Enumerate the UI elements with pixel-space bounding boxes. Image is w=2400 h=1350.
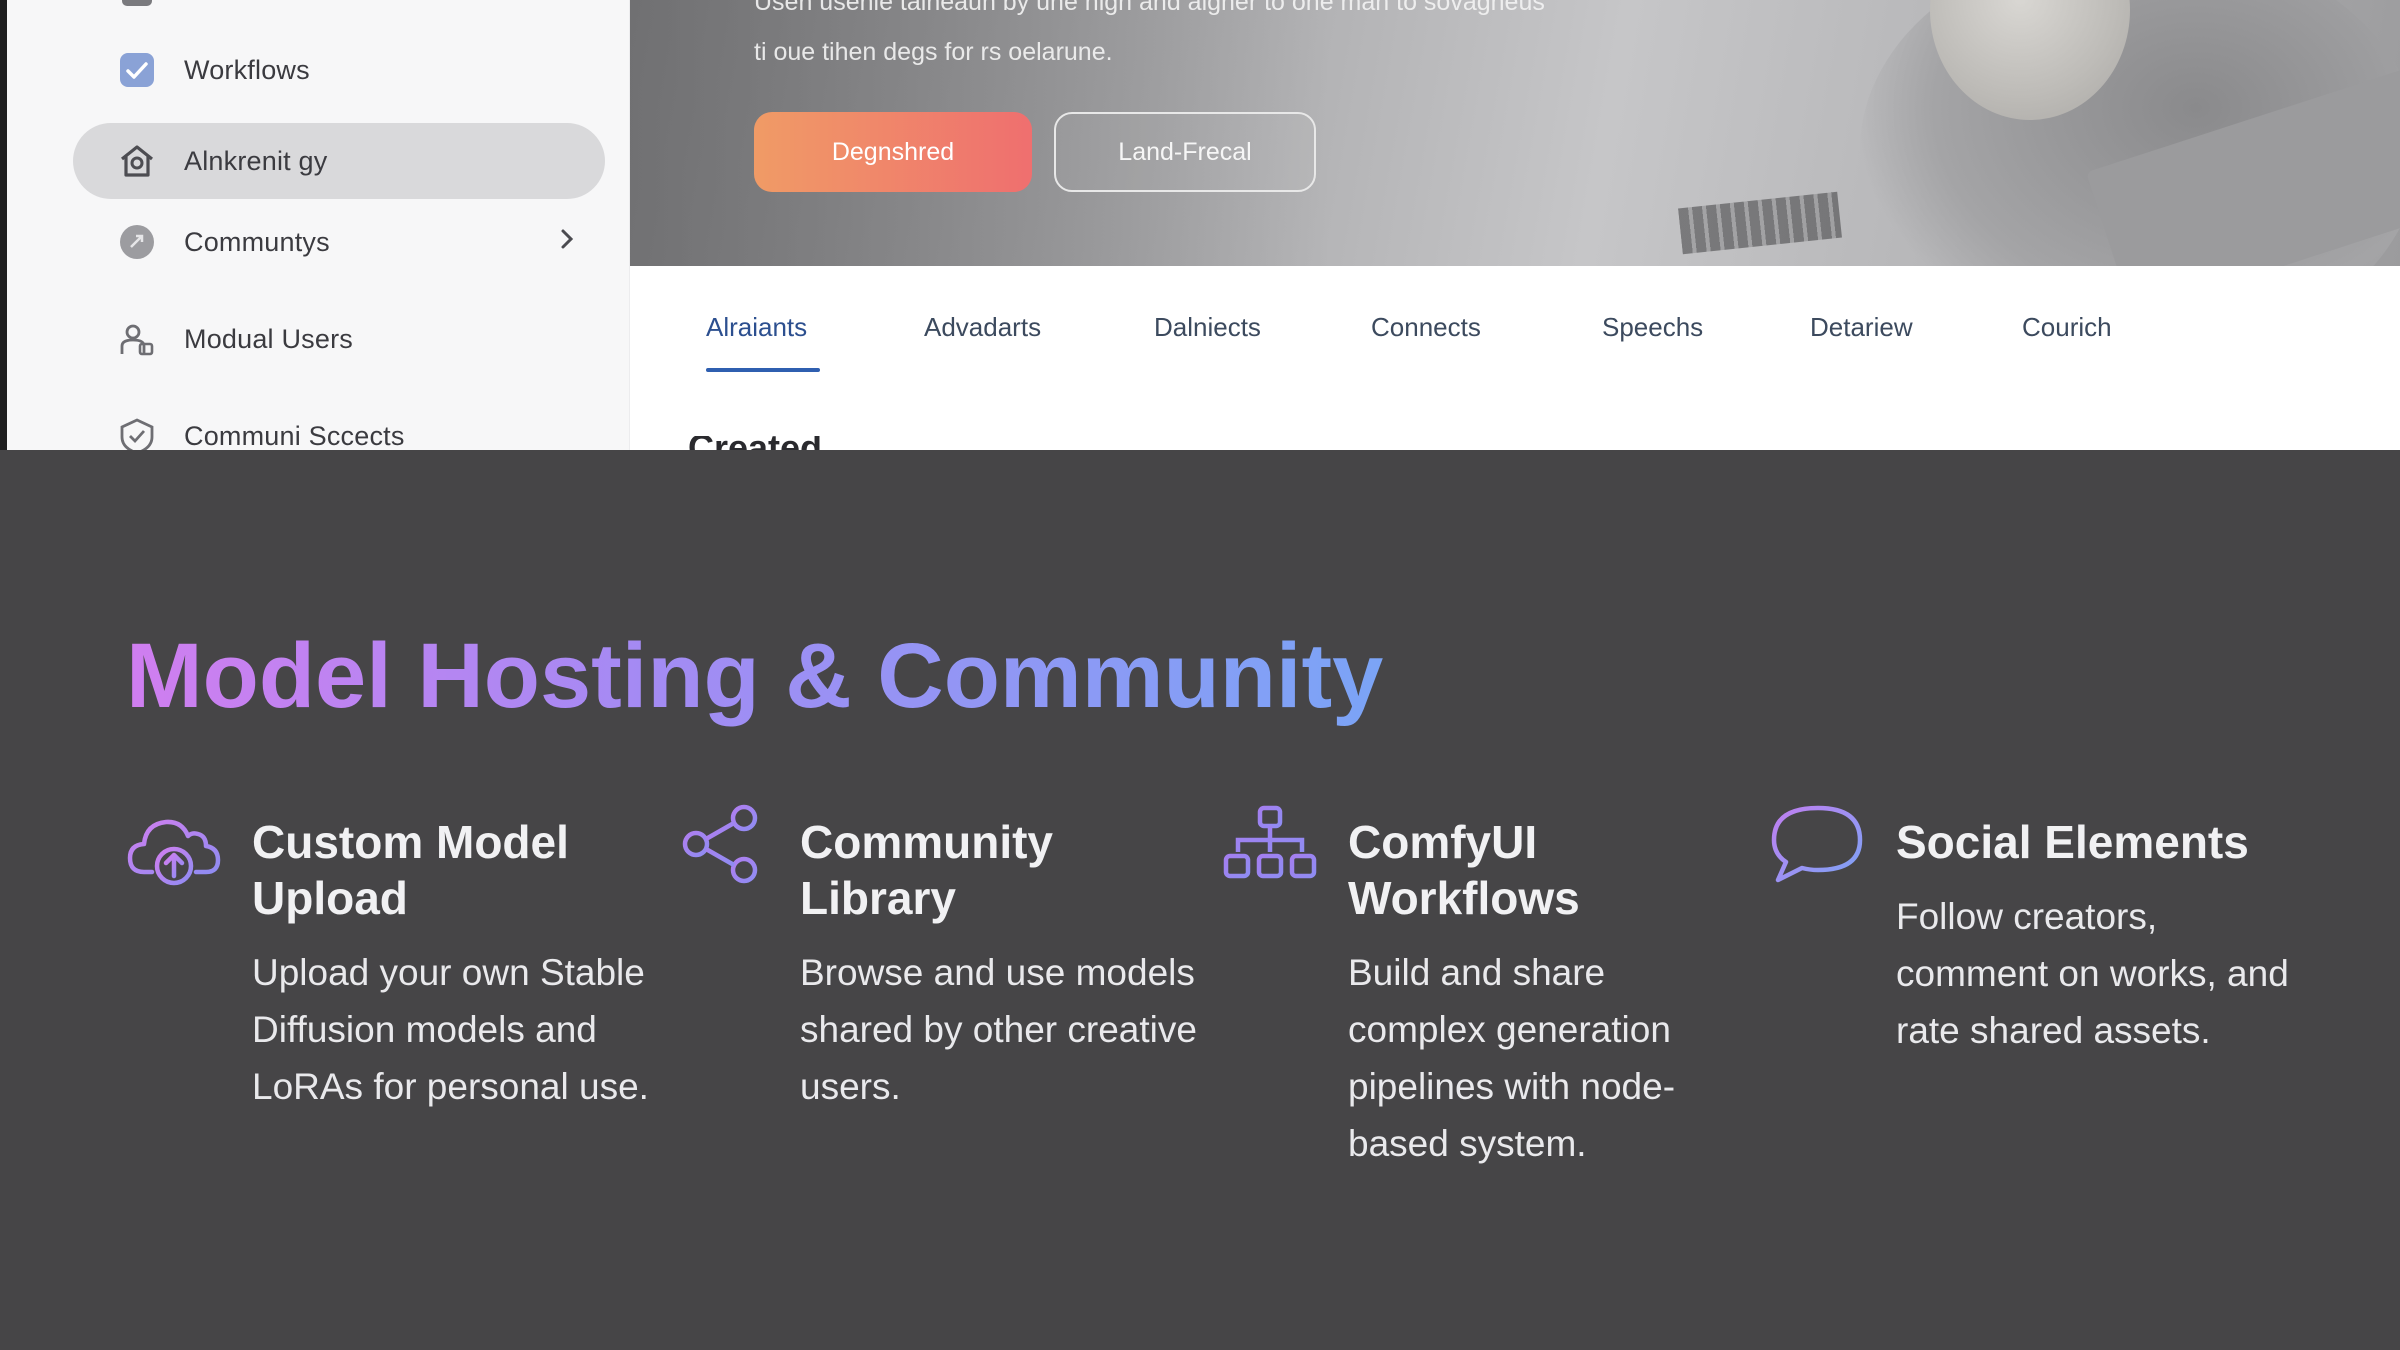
sidebar-item-label: Alnkrenit gy: [184, 145, 328, 176]
active-tab-indicator: [706, 368, 820, 372]
secondary-cta-button[interactable]: Land-Frecal: [1054, 112, 1316, 192]
feature-title: ComfyUI Workflows: [1348, 816, 1580, 924]
hero-banner: Usen usenie talneaun by une nign and alg…: [630, 0, 2400, 266]
feature-title: Custom Model Upload: [252, 816, 569, 924]
sidebar-item-active[interactable]: Alnkrenit gy: [73, 123, 605, 199]
hero-text-line: ti oue tihen degs for rs oelarune.: [754, 38, 1113, 66]
cloud-upload-icon: [126, 804, 222, 900]
sidebar-item-label: Modual Users: [184, 323, 353, 354]
tab[interactable]: Courich: [2022, 312, 2112, 343]
sidebar-item-label: Communtys: [184, 226, 330, 257]
section-title: Model Hosting & Community: [126, 625, 1384, 727]
tab[interactable]: Dalniects: [1154, 312, 1261, 343]
app-screenshot: Workflows Alnkrenit gy Communtys Modual …: [0, 0, 2400, 450]
workflow-tree-icon: [1222, 804, 1318, 900]
feature-description: Browse and use models shared by other cr…: [800, 952, 1197, 1107]
sidebar: Workflows Alnkrenit gy Communtys Modual …: [7, 0, 630, 450]
primary-cta-button[interactable]: Degnshred: [754, 112, 1032, 192]
sidebar-item-users[interactable]: Modual Users: [73, 301, 605, 377]
community-circle-icon: [118, 223, 156, 261]
tab[interactable]: Advadarts: [924, 312, 1041, 343]
sidebar-item-community[interactable]: Communtys: [73, 204, 605, 280]
users-icon: [118, 320, 156, 358]
chevron-right-icon[interactable]: [557, 226, 577, 258]
house-icon: [118, 142, 156, 180]
tab[interactable]: Detariew: [1810, 312, 1913, 343]
sidebar-item-security[interactable]: Communi Sccects: [73, 398, 605, 450]
folder-icon: [118, 0, 156, 19]
tab-active[interactable]: Alraiants: [706, 312, 807, 343]
feature-description: Follow creators, comment on works, and r…: [1896, 896, 2289, 1051]
checkbox-icon: [118, 51, 156, 89]
chat-bubble-icon: [1770, 804, 1866, 900]
tab[interactable]: Connects: [1371, 312, 1481, 343]
shield-icon: [118, 417, 156, 450]
tab-bar: Alraiants Advadarts Dalniects Connects S…: [630, 266, 2400, 450]
section-heading-cut: Created At...: [688, 436, 888, 450]
screenshot-frame-edge: [0, 0, 7, 450]
sidebar-item-label: Workflows: [184, 54, 310, 85]
hero-text-line: Usen usenie talneaun by une nign and alg…: [754, 0, 1545, 16]
tab[interactable]: Speechs: [1602, 312, 1703, 343]
share-icon: [674, 804, 770, 900]
feature-description: Build and share complex generation pipel…: [1348, 952, 1676, 1164]
feature-title: Community Library: [800, 816, 1053, 924]
feature-title: Social Elements: [1896, 816, 2249, 868]
sidebar-item-workflows[interactable]: Workflows: [73, 32, 605, 108]
hero-keyboard-shape: [1678, 191, 1842, 255]
feature-description: Upload your own Stable Diffusion models …: [252, 952, 649, 1107]
sidebar-item-label: Communi Sccects: [184, 420, 405, 451]
